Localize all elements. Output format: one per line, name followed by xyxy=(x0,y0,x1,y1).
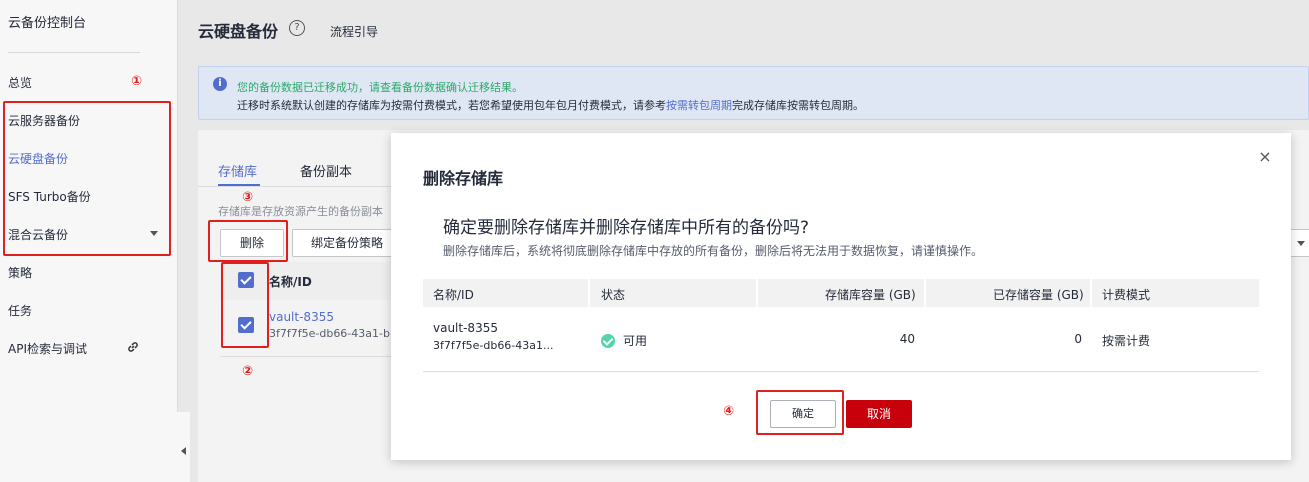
column-header-name: 名称/ID xyxy=(433,288,474,302)
notice-line-2: 迁移时系统默认创建的存储库为按需付费模式，若您希望使用包年包月付费模式，请参考按… xyxy=(237,97,864,113)
dialog-table-header: 名称/ID 状态 存储库容量 (GB) 已存储容量 (GB) 计费模式 xyxy=(423,279,1259,307)
annotation-box-confirm xyxy=(756,390,844,435)
column-header-status: 状态 xyxy=(601,288,626,302)
bind-policy-button[interactable]: 绑定备份策略 xyxy=(292,229,402,257)
sidebar-item-policy[interactable]: 策略 xyxy=(8,263,168,283)
help-icon[interactable]: ? xyxy=(289,20,305,36)
annotation-box-sidebar xyxy=(3,101,171,256)
panel-description: 存储库是存放资源产生的备份副本 xyxy=(218,205,383,218)
process-guide-link[interactable]: 流程引导 xyxy=(330,23,378,40)
annotation-marker-2: ② xyxy=(242,364,254,379)
vault-id: 3f7f7f5e-db66-43a1-b xyxy=(269,327,390,340)
vault-used-capacity: 0 xyxy=(1074,332,1082,346)
column-separator xyxy=(756,279,758,307)
status-text: 可用 xyxy=(623,334,648,348)
info-icon: i xyxy=(213,77,227,91)
sidebar-divider xyxy=(8,52,140,53)
migration-notice: i 您的备份数据已迁移成功，请查看备份数据确认迁移结果。 迁移时系统默认创建的存… xyxy=(198,66,1309,120)
notice-text: 完成存储库按需转包周期。 xyxy=(732,99,864,112)
column-header-name: 名称/ID xyxy=(269,275,312,289)
sidebar-collapse-handle[interactable] xyxy=(164,412,190,482)
vault-name-link[interactable]: vault-8355 xyxy=(269,310,334,324)
column-separator xyxy=(1090,279,1092,307)
tabs-divider xyxy=(198,186,393,187)
annotation-marker-1: ① xyxy=(131,74,143,89)
sidebar-item-tasks[interactable]: 任务 xyxy=(8,301,168,321)
notice-line-1: 您的备份数据已迁移成功，请查看备份数据确认迁移结果。 xyxy=(237,81,523,94)
convert-billing-link[interactable]: 按需转包周期 xyxy=(666,99,732,112)
annotation-box-delete xyxy=(208,220,288,262)
sidebar-item-overview[interactable]: 总览 xyxy=(8,73,168,93)
column-header-used: 已存储容量 (GB) xyxy=(993,288,1084,302)
vault-name: vault-8355 xyxy=(433,321,498,335)
link-icon[interactable] xyxy=(126,340,140,354)
annotation-marker-3: ③ xyxy=(242,190,254,205)
chevron-left-icon xyxy=(181,447,186,455)
close-icon[interactable]: × xyxy=(1257,149,1273,165)
tab-vaults[interactable]: 存储库 xyxy=(218,161,257,180)
table-row-divider xyxy=(423,371,1259,372)
dialog-warning: 删除存储库后，系统将彻底删除存储库中存放的所有备份，删除后将无法用于数据恢复，请… xyxy=(443,244,984,258)
page-title: 云硬盘备份 xyxy=(198,22,279,41)
tab-backup-replicas[interactable]: 备份副本 xyxy=(300,161,352,180)
billing-mode: 按需计费 xyxy=(1102,334,1151,348)
active-tab-indicator xyxy=(218,184,260,186)
column-header-billing: 计费模式 xyxy=(1102,288,1151,302)
dropdown-select[interactable] xyxy=(1290,229,1309,257)
console-title: 云备份控制台 xyxy=(8,16,87,31)
sidebar-item-api-explorer[interactable]: API检索与调试 xyxy=(8,339,168,359)
annotation-box-checkboxes xyxy=(221,262,269,348)
column-separator xyxy=(924,279,926,307)
status-ok-icon xyxy=(601,334,615,348)
dialog-title: 删除存储库 xyxy=(423,169,504,188)
cancel-button[interactable]: 取消 xyxy=(846,400,912,428)
table-row-divider xyxy=(220,356,395,357)
vault-capacity: 40 xyxy=(899,332,915,346)
notice-text: 迁移时系统默认创建的存储库为按需付费模式，若您希望使用包年包月付费模式，请参考 xyxy=(237,99,666,112)
column-header-capacity: 存储库容量 (GB) xyxy=(825,288,916,302)
annotation-marker-4: ④ xyxy=(723,404,735,419)
column-separator xyxy=(588,279,590,307)
dialog-question: 确定要删除存储库并删除存储库中所有的备份吗? xyxy=(443,218,810,238)
vault-id: 3f7f7f5e-db66-43a1... xyxy=(433,339,554,352)
